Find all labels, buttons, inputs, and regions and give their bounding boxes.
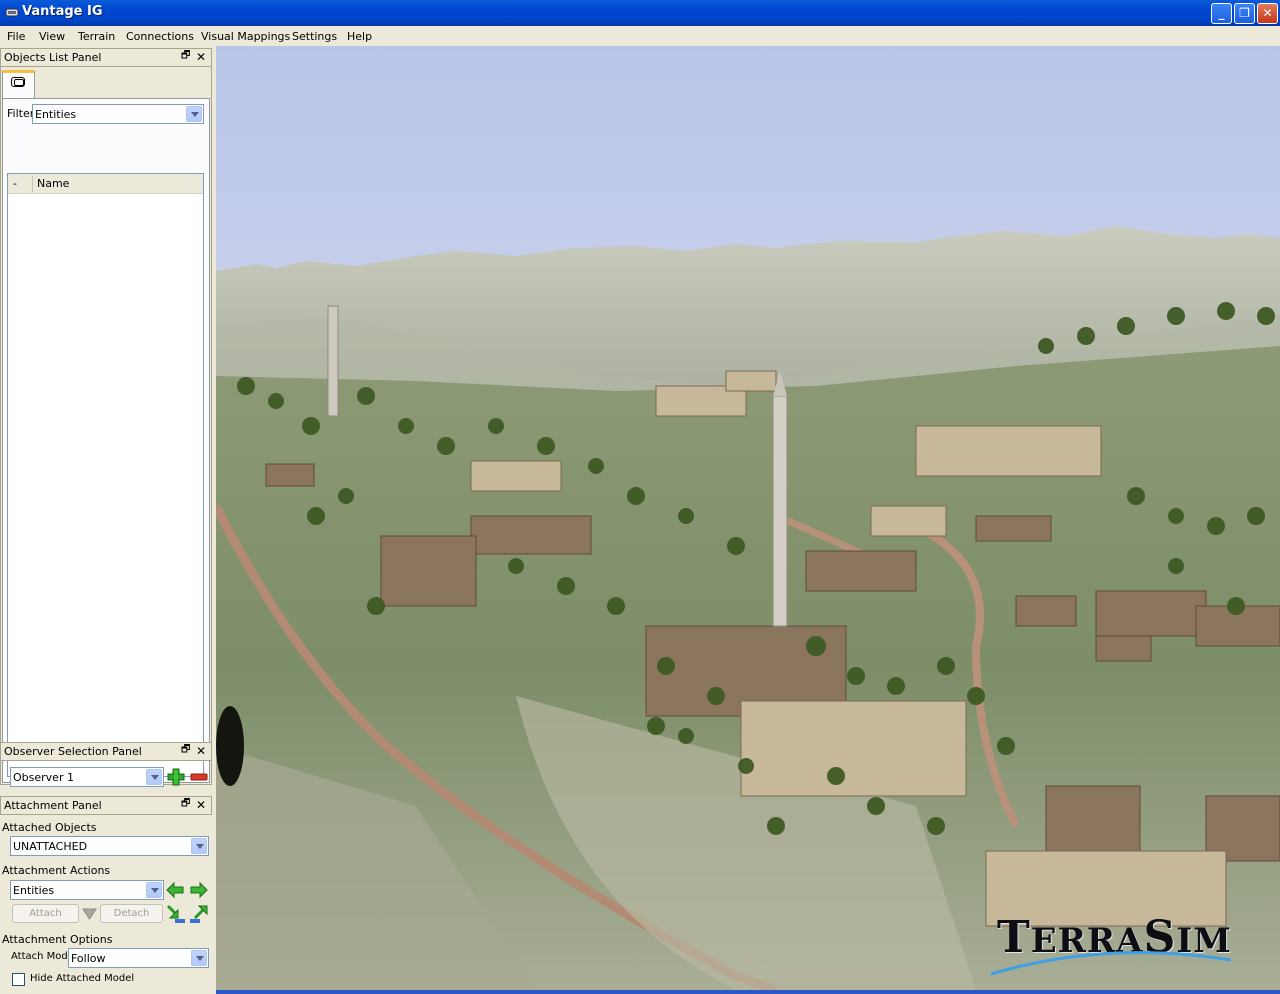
attachment-actions-label: Attachment Actions (2, 864, 111, 877)
remove-observer-icon[interactable] (190, 768, 208, 786)
filter-label: Filter (7, 107, 35, 120)
left-dock: Objects List Panel 🗗 ✕ Filter Entities -… (0, 46, 216, 994)
menu-connections[interactable]: Connections (126, 30, 194, 43)
float-icon[interactable]: 🗗 (181, 745, 191, 755)
attachment-panel-header: Attachment Panel 🗗 ✕ (0, 796, 212, 815)
arrow-right-icon[interactable] (190, 881, 208, 899)
attachment-panel-title: Attachment Panel (4, 799, 102, 812)
logo-swoosh (990, 951, 1232, 976)
panel-close-icon[interactable]: ✕ (196, 744, 206, 758)
monitor-icon (11, 77, 25, 87)
attach-mode-value: Follow (71, 952, 106, 965)
hide-attached-model-checkbox[interactable] (12, 973, 25, 986)
column-header-name[interactable]: Name (37, 177, 69, 190)
tab-entities-view[interactable] (2, 70, 35, 99)
filter-value: Entities (35, 108, 77, 121)
observer-value: Observer 1 (13, 771, 74, 784)
detach-up-icon[interactable] (189, 904, 209, 924)
menu-settings[interactable]: Settings (292, 30, 337, 43)
detach-button[interactable]: Detach (100, 904, 163, 923)
objects-list-panel-title: Objects List Panel (4, 51, 102, 64)
attached-objects-label: Attached Objects (2, 821, 97, 834)
filter-select[interactable]: Entities (32, 104, 204, 124)
attachment-actions-select[interactable]: Entities (10, 880, 164, 900)
window-title: Vantage IG (22, 4, 103, 19)
chevron-down-icon[interactable] (191, 950, 207, 966)
scene-viewport[interactable]: TERRASIM (216, 46, 1280, 990)
table-header: - Name (8, 174, 203, 194)
chevron-down-icon[interactable] (146, 769, 162, 785)
menu-terrain[interactable]: Terrain (78, 30, 115, 43)
menu-help[interactable]: Help (347, 30, 372, 43)
column-divider[interactable] (32, 176, 33, 192)
observer-panel-title: Observer Selection Panel (4, 745, 142, 758)
chevron-down-icon[interactable] (146, 882, 162, 898)
observer-select[interactable]: Observer 1 (10, 767, 164, 787)
hide-attached-model-label: Hide Attached Model (30, 973, 135, 984)
minimize-button[interactable]: _ (1211, 3, 1232, 24)
float-icon[interactable]: 🗗 (181, 799, 191, 809)
title-bar[interactable]: Vantage IG _ ❐ ✕ (0, 0, 1280, 26)
attachment-options-label: Attachment Options (2, 933, 113, 946)
arrow-left-icon[interactable] (166, 881, 184, 899)
attachment-actions-value: Entities (13, 884, 55, 897)
terrain-scene-image (216, 46, 1280, 990)
attached-objects-select[interactable]: UNATTACHED (10, 836, 209, 856)
app-icon (5, 8, 19, 17)
triangle-down-icon (82, 908, 97, 920)
menu-file[interactable]: File (7, 30, 25, 43)
attach-mode-select[interactable]: Follow (68, 948, 209, 968)
attach-button[interactable]: Attach (12, 904, 79, 923)
menu-view[interactable]: View (39, 30, 65, 43)
objects-list-panel-header: Objects List Panel 🗗 ✕ (0, 48, 212, 67)
restore-button[interactable]: ❐ (1234, 3, 1255, 24)
attach-down-icon[interactable] (166, 904, 186, 924)
attached-objects-value: UNATTACHED (13, 840, 88, 853)
add-observer-icon[interactable] (167, 768, 185, 786)
close-button[interactable]: ✕ (1257, 3, 1278, 24)
panel-close-icon[interactable]: ✕ (196, 50, 206, 64)
objects-table[interactable]: - Name (7, 173, 204, 777)
attach-mode-label: Attach Mode (11, 951, 74, 962)
float-icon[interactable]: 🗗 (181, 51, 191, 61)
menu-visual-mappings[interactable]: Visual Mappings (201, 30, 290, 43)
panel-close-icon[interactable]: ✕ (196, 798, 206, 812)
chevron-down-icon[interactable] (186, 106, 202, 122)
chevron-down-icon[interactable] (191, 838, 207, 854)
column-header-collapse[interactable]: - (13, 177, 17, 190)
observer-panel-header: Observer Selection Panel 🗗 ✕ (0, 742, 212, 761)
status-strip (216, 990, 1280, 994)
menu-bar: File View Terrain Connections Visual Map… (0, 26, 1280, 46)
